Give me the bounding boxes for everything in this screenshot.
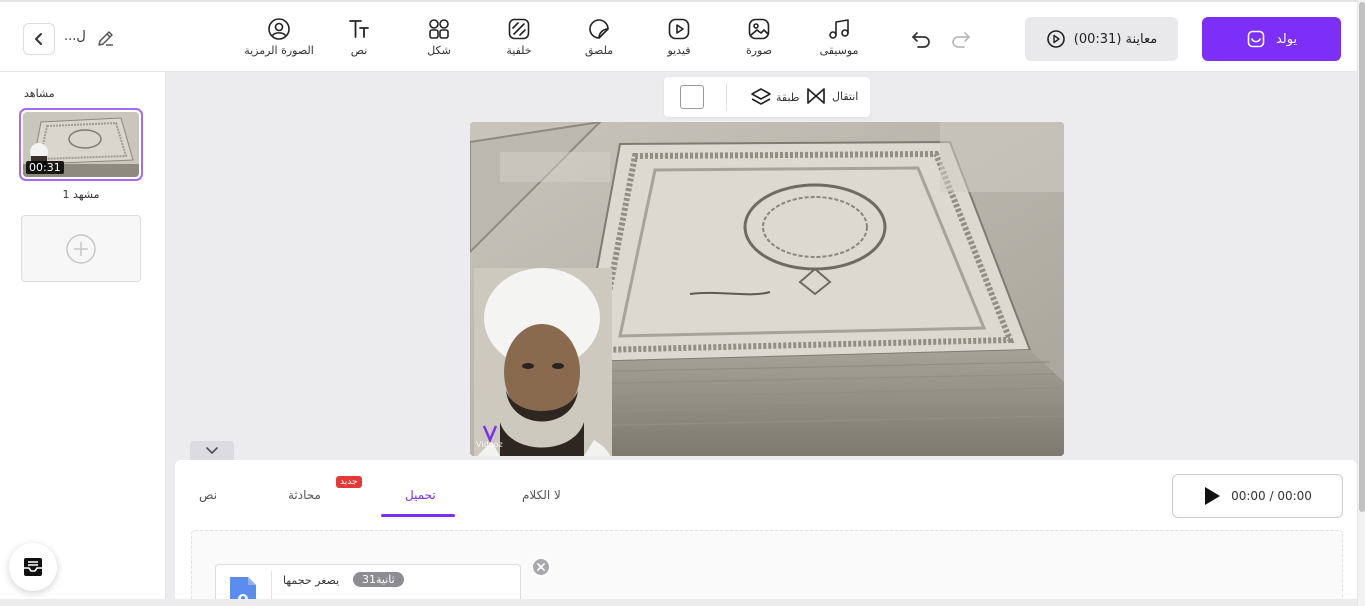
watermark-text: Vidnoz xyxy=(476,440,503,449)
redo-icon xyxy=(952,32,970,48)
support-chat-button[interactable] xyxy=(9,543,57,591)
tool-text[interactable]: نص xyxy=(343,15,375,63)
play-icon xyxy=(1205,487,1221,505)
scenes-panel: مشاهد 00:31 مشهد 1 xyxy=(0,72,166,606)
plus-circle-icon xyxy=(66,233,96,264)
upload-drop-area[interactable]: ثانية31 يصغر حجمها xyxy=(191,530,1343,606)
tool-background[interactable]: خلفية xyxy=(503,15,535,63)
tool-image[interactable]: صورة xyxy=(743,15,775,63)
horizontal-scrollbar[interactable] xyxy=(0,599,1357,606)
project-name[interactable]: ...ل xyxy=(64,29,86,44)
file-duration-badge: ثانية31 xyxy=(353,572,404,587)
play-circle-icon xyxy=(1046,30,1065,48)
background-color-swatch[interactable] xyxy=(680,85,704,109)
shapes-icon xyxy=(429,19,449,39)
toolbar-divider xyxy=(726,83,727,111)
page-scrollbar[interactable] xyxy=(1357,0,1365,606)
inbox-icon xyxy=(1247,30,1265,48)
tab-text[interactable]: نص xyxy=(199,488,217,502)
tool-avatar-label: الصورة الرمزية xyxy=(244,44,314,57)
back-button[interactable] xyxy=(23,23,55,55)
undo-icon xyxy=(912,32,930,48)
preview-button[interactable]: معاينة (00:31) xyxy=(1025,17,1178,61)
add-scene-button[interactable] xyxy=(21,215,141,282)
tab-upload[interactable]: تحميل xyxy=(405,488,436,502)
chevron-left-icon xyxy=(35,33,42,45)
image-icon xyxy=(748,18,770,40)
tool-sticker[interactable]: ملصق xyxy=(583,15,615,63)
active-tab-indicator xyxy=(381,514,455,517)
music-note-icon xyxy=(829,19,849,39)
rename-project-button[interactable] xyxy=(94,26,118,50)
scene-duration: 00:31 xyxy=(26,161,64,174)
close-icon xyxy=(537,563,545,571)
new-badge: جديد xyxy=(336,476,362,488)
tool-shape[interactable]: شكل xyxy=(423,15,455,63)
top-toolbar: ...ل الصورة الرمزية نص شكل خلفية ملصق في… xyxy=(0,0,1357,72)
tool-music-label: موسيقى xyxy=(819,44,859,57)
remove-file-button[interactable] xyxy=(531,557,551,577)
layer-button[interactable]: طبقة xyxy=(750,87,800,107)
tool-sticker-label: ملصق xyxy=(584,44,614,57)
generate-button[interactable]: يولد xyxy=(1202,17,1341,61)
preview-label: معاينة (00:31) xyxy=(1073,31,1158,47)
audio-player[interactable]: 00:00 / 00:00 xyxy=(1172,474,1343,518)
sticker-icon xyxy=(589,19,609,39)
generate-label: يولد xyxy=(1275,31,1298,47)
transition-button[interactable]: انتقال xyxy=(806,87,858,105)
layer-label: طبقة xyxy=(776,90,800,104)
tool-background-label: خلفية xyxy=(506,44,532,57)
layers-icon xyxy=(751,88,771,105)
collapse-panel-button[interactable] xyxy=(190,441,234,461)
tab-conversation[interactable]: محادثة xyxy=(288,488,321,502)
scene-background-image xyxy=(470,122,1064,456)
tool-video-label: فيديو xyxy=(667,44,691,57)
pencil-icon xyxy=(98,31,113,46)
video-play-icon xyxy=(668,18,690,40)
redo-button[interactable] xyxy=(948,26,974,52)
tool-music[interactable]: موسيقى xyxy=(820,15,858,63)
tool-text-label: نص xyxy=(350,44,368,57)
chevron-down-icon xyxy=(206,447,218,454)
text-icon xyxy=(349,20,369,38)
file-name: يصغر حجمها xyxy=(283,574,340,587)
audio-panel: نص محادثة جديد تحميل لا الكلام 00:00 / 0… xyxy=(175,460,1357,606)
tool-shape-label: شكل xyxy=(427,44,451,57)
scene-thumbnail[interactable]: 00:31 xyxy=(19,108,143,181)
player-time: 00:00 / 00:00 xyxy=(1231,489,1312,503)
undo-button[interactable] xyxy=(908,26,934,52)
video-canvas[interactable]: Vidnoz xyxy=(470,122,1064,456)
scrollbar-thumb[interactable] xyxy=(1359,2,1365,512)
background-icon xyxy=(508,18,530,40)
tool-video[interactable]: فيديو xyxy=(663,15,695,63)
scene-label: مشهد 1 xyxy=(62,188,100,201)
scene-preview-image: 00:31 xyxy=(23,112,139,177)
transition-label: انتقال xyxy=(832,89,859,103)
canvas-toolbar: طبقة انتقال xyxy=(664,77,870,117)
tool-image-label: صورة xyxy=(745,44,773,57)
scenes-title: مشاهد xyxy=(24,87,55,100)
mail-inbox-icon xyxy=(24,558,42,576)
transition-icon xyxy=(807,88,825,104)
tab-no-speech[interactable]: لا الكلام xyxy=(522,488,561,502)
avatar-icon xyxy=(268,18,290,40)
tool-avatar[interactable]: الصورة الرمزية xyxy=(244,15,314,63)
